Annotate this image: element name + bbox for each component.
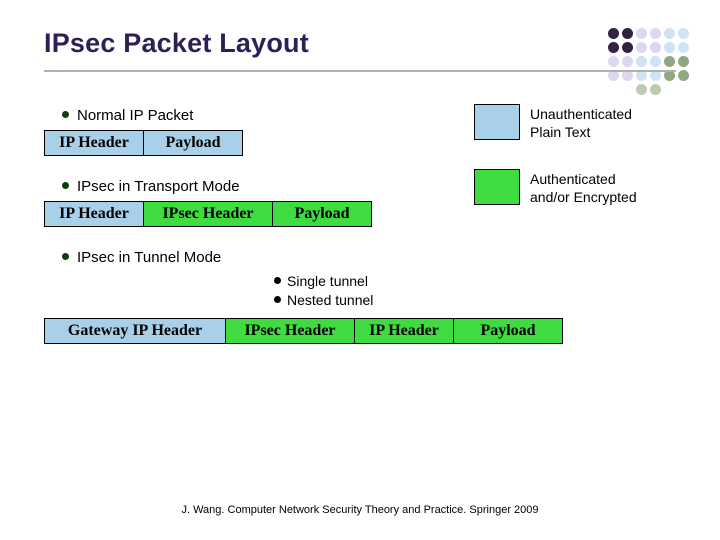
bullet-icon [62, 111, 69, 118]
corner-dots-decoration [608, 28, 696, 95]
legend-item-auth: Authenticatedand/or Encrypted [474, 169, 684, 206]
bullet-icon [62, 182, 69, 189]
cell-ip-header: IP Header [44, 130, 144, 156]
footer-citation: J. Wang. Computer Network Security Theor… [0, 504, 720, 516]
legend-text-auth: Authenticatedand/or Encrypted [530, 169, 637, 206]
legend-item-plain: UnauthenticatedPlain Text [474, 104, 684, 141]
cell-payload: Payload [272, 201, 372, 227]
bullet-icon [62, 253, 69, 260]
legend-text-plain: UnauthenticatedPlain Text [530, 104, 632, 141]
bullet-icon [274, 296, 281, 303]
cell-payload: Payload [143, 130, 243, 156]
swatch-auth [474, 169, 520, 205]
cell-ip-header: IP Header [44, 201, 144, 227]
legend: UnauthenticatedPlain Text Authenticateda… [474, 104, 684, 234]
cell-ip-header: IP Header [354, 318, 454, 344]
cell-payload: Payload [453, 318, 563, 344]
cell-gateway-ip-header: Gateway IP Header [44, 318, 226, 344]
tunnel-sub-list: Single tunnel Nested tunnel [274, 272, 676, 310]
bullet-icon [274, 277, 281, 284]
swatch-plain [474, 104, 520, 140]
page-title: IPsec Packet Layout [44, 28, 309, 59]
title-underline [44, 70, 676, 72]
cell-ipsec-header: IPsec Header [143, 201, 273, 227]
section-label-tunnel: IPsec in Tunnel Mode [62, 249, 221, 266]
packet-tunnel: Gateway IP Header IPsec Header IP Header… [44, 318, 676, 344]
cell-ipsec-header: IPsec Header [225, 318, 355, 344]
